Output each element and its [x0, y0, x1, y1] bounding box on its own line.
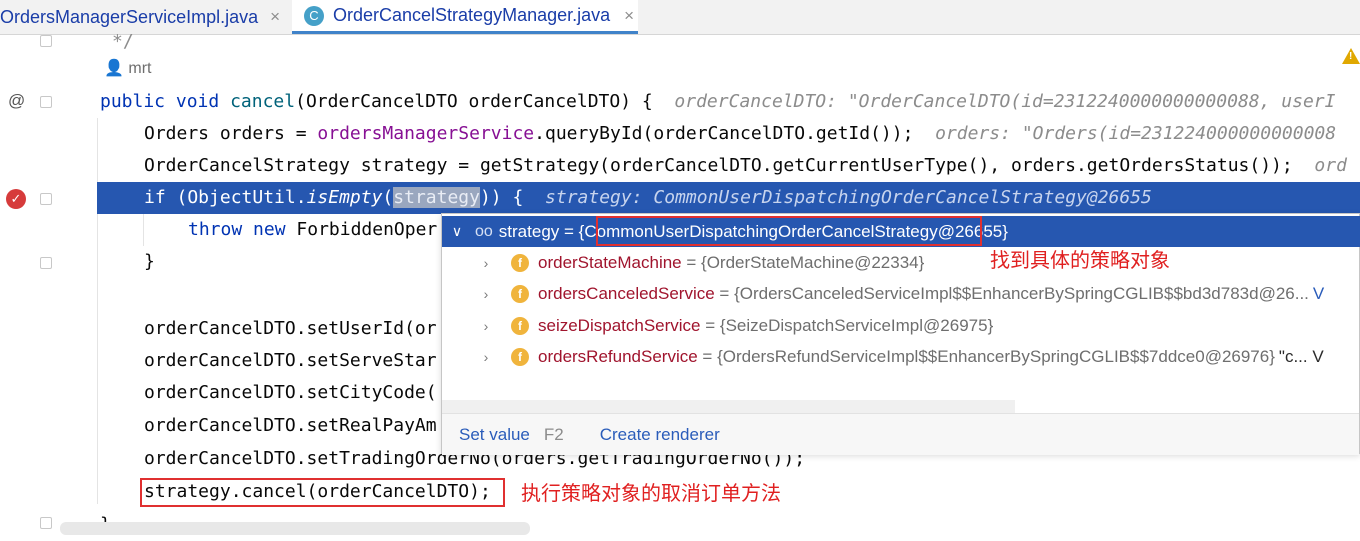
equals-sign: =: [700, 315, 720, 335]
comment-text: */: [112, 31, 134, 52]
view-link[interactable]: V: [1313, 284, 1324, 304]
inline-debug-hint: orderCancelDTO: "OrderCancelDTO(id=23122…: [674, 91, 1336, 112]
field-icon: f: [511, 316, 529, 335]
keyword-throw: throw: [188, 219, 243, 240]
code-text: orderCancelDTO.setRealPayAm: [144, 415, 437, 436]
field-value: {OrdersRefundServiceImpl$$EnhancerBySpri…: [717, 346, 1275, 366]
set-value-link[interactable]: Set value: [459, 425, 530, 445]
highlight-box: [140, 478, 505, 507]
popup-footer: Set value F2 Create renderer: [442, 413, 1359, 455]
code-line-orders[interactable]: Orders orders = ordersManagerService.que…: [0, 118, 1360, 150]
field-icon: f: [511, 347, 529, 366]
close-icon[interactable]: ×: [624, 6, 634, 26]
inline-debug-hint: strategy: CommonUserDispatchingOrderCanc…: [545, 187, 1152, 208]
popup-row-field[interactable]: › f orderStateMachine = {OrderStateMachi…: [442, 247, 1360, 278]
highlighted-variable: strategy: [393, 187, 480, 208]
method-name: cancel: [230, 91, 296, 112]
method-params: (OrderCancelDTO orderCancelDTO) {: [295, 91, 653, 112]
highlight-box: [596, 216, 982, 246]
code-text: orderCancelDTO.setCityCode(: [144, 382, 437, 403]
inline-debug-hint: orders: "Orders(id=231224000000000008: [935, 123, 1337, 144]
code-text: if (ObjectUtil.: [144, 187, 307, 208]
horizontal-scrollbar[interactable]: [60, 522, 530, 535]
chevron-right-icon[interactable]: ›: [476, 318, 496, 334]
keyword-void: void: [175, 91, 220, 112]
field-icon: f: [511, 284, 529, 303]
popup-row-field[interactable]: › f seizeDispatchService = {SeizeDispatc…: [442, 310, 1360, 341]
code-text: )) {: [479, 187, 524, 208]
shortcut-hint: F2: [543, 424, 564, 444]
popup-row-field[interactable]: › f ordersRefundService = {OrdersRefundS…: [442, 341, 1360, 372]
field-value: {OrdersCanceledServiceImpl$$EnhancerBySp…: [734, 283, 1309, 303]
chevron-right-icon[interactable]: ›: [476, 286, 496, 302]
inline-debug-hint: ord: [1314, 155, 1347, 176]
chevron-down-icon[interactable]: ∨: [447, 223, 467, 240]
code-text: }: [144, 251, 155, 272]
author-name: mrt: [128, 60, 152, 77]
chevron-right-icon[interactable]: ›: [476, 349, 496, 365]
tab-label: OrderCancelStrategyManager.java: [333, 5, 611, 25]
field-name: seizeDispatchService: [538, 315, 701, 335]
annotation-execute: 执行策略对象的取消订单方法: [521, 481, 781, 505]
fold-icon[interactable]: [40, 193, 52, 205]
keyword-public: public: [100, 91, 166, 112]
field-icon: f: [511, 253, 529, 272]
code-text: (: [382, 187, 394, 208]
debug-value-popup: ∨ oo strategy = {CommonUserDispatchingOr…: [441, 213, 1360, 455]
watch-glasses-icon: oo: [475, 222, 493, 240]
warning-icon[interactable]: !: [1342, 48, 1360, 64]
code-line-comment[interactable]: */: [0, 26, 1360, 58]
code-text: ForbiddenOper: [296, 219, 438, 240]
popup-row-field[interactable]: › f ordersCanceledService = {OrdersCance…: [442, 278, 1360, 309]
field-value: {SeizeDispatchServiceImpl@26975}: [719, 315, 994, 335]
popup-horizontal-scrollbar[interactable]: [442, 400, 1015, 413]
field-ref: ordersManagerService: [317, 123, 535, 144]
equals-sign: =: [681, 252, 702, 272]
code-text: .queryById(orderCancelDTO.getId());: [534, 123, 914, 144]
annotation-find-object: 找到具体的策略对象: [990, 248, 1170, 272]
field-value: {OrderStateMachine@22334}: [701, 252, 925, 272]
code-author-hint: 👤 mrt: [104, 60, 152, 77]
equals-sign: =: [559, 221, 579, 241]
code-text: orderCancelDTO.setUserId(or: [144, 318, 437, 339]
tab-label: OrdersManagerServiceImpl.java: [0, 6, 259, 27]
field-name: ordersRefundService: [538, 346, 698, 366]
chevron-right-icon[interactable]: ›: [476, 255, 496, 271]
equals-sign: =: [714, 283, 735, 303]
field-name: ordersCanceledService: [538, 283, 715, 303]
code-text: orderCancelDTO.setServeStar: [144, 350, 437, 371]
keyword-new: new: [253, 219, 286, 240]
code-text: Orders orders =: [144, 123, 318, 144]
equals-sign: =: [697, 346, 718, 366]
view-link[interactable]: "c... V: [1279, 347, 1324, 367]
close-icon[interactable]: ×: [270, 7, 280, 27]
class-icon: C: [304, 5, 324, 26]
code-line-strategy[interactable]: OrderCancelStrategy strategy = getStrate…: [0, 150, 1360, 182]
breakpoint-icon[interactable]: ✓: [6, 189, 26, 209]
create-renderer-link[interactable]: Create renderer: [600, 425, 720, 445]
variable-name: strategy: [498, 221, 560, 241]
code-text: OrderCancelStrategy strategy = getStrate…: [144, 155, 1293, 176]
field-name: orderStateMachine: [538, 252, 682, 272]
method-ref: isEmpty: [306, 187, 383, 208]
code-line-method-signature[interactable]: public void cancel(OrderCancelDTO orderC…: [0, 86, 1360, 118]
code-line-current-execution[interactable]: if (ObjectUtil.isEmpty(strategy)) { stra…: [97, 182, 1360, 214]
